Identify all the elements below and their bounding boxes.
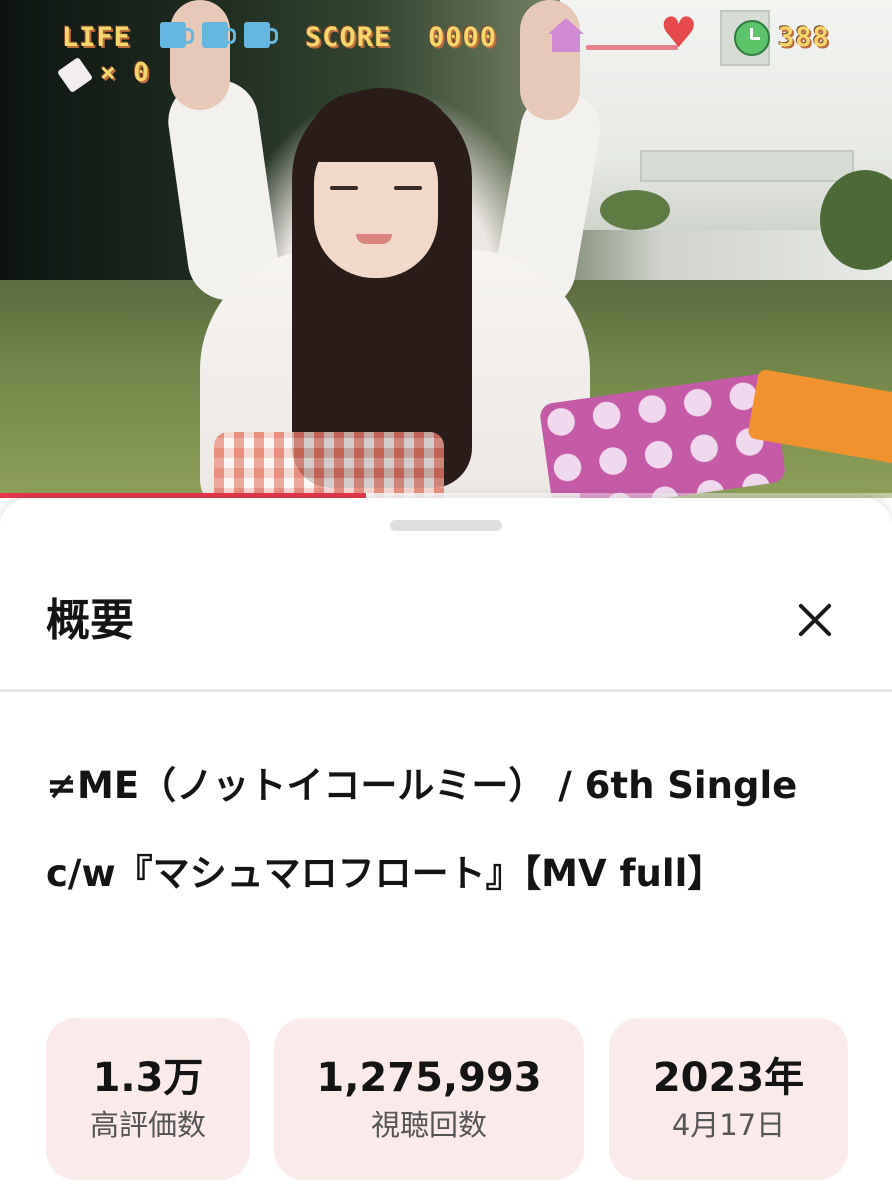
- item-icon: [56, 56, 94, 94]
- hud-score-label: SCORE: [305, 22, 392, 53]
- house-icon: [548, 18, 584, 52]
- video-player[interactable]: LIFE SCORE 0000 ♥ 388 × 0: [0, 0, 892, 498]
- gingham-cloth: [214, 432, 444, 498]
- stat-date: 2023年 4月17日: [609, 1018, 848, 1180]
- stat-date-year: 2023年: [652, 1055, 805, 1101]
- description-sheet: 概要 ≠ME（ノットイコールミー） / 6th Single c/w『マシュマロ…: [0, 498, 892, 1200]
- stat-views-label: 視聴回数: [370, 1108, 487, 1142]
- stat-likes-value: 1.3万: [92, 1055, 204, 1101]
- mug-icon: [244, 22, 278, 48]
- hud-timer-value: 388: [778, 22, 830, 53]
- drag-handle[interactable]: [390, 520, 502, 531]
- video-title: ≠ME（ノットイコールミー） / 6th Single c/w『マシュマロフロー…: [46, 764, 798, 895]
- sheet-title: 概要: [46, 595, 134, 646]
- stat-date-day: 4月17日: [671, 1108, 786, 1142]
- stat-likes: 1.3万 高評価数: [46, 1018, 250, 1180]
- stat-views: 1,275,993 視聴回数: [274, 1018, 584, 1180]
- close-icon[interactable]: [786, 592, 842, 648]
- mug-icon: [160, 22, 194, 48]
- clock-icon: [734, 20, 770, 56]
- mug-icon: [202, 22, 236, 48]
- stat-likes-label: 高評価数: [89, 1108, 206, 1142]
- hud-life-label: LIFE: [62, 22, 132, 53]
- stat-views-value: 1,275,993: [316, 1055, 542, 1101]
- heart-icon: ♥: [660, 8, 698, 57]
- hud-item-count: × 0: [100, 58, 150, 88]
- stats-row: 1.3万 高評価数 1,275,993 視聴回数 2023年 4月17日: [46, 1018, 848, 1180]
- header-divider: [0, 689, 892, 692]
- hud-score-value: 0000: [428, 22, 498, 53]
